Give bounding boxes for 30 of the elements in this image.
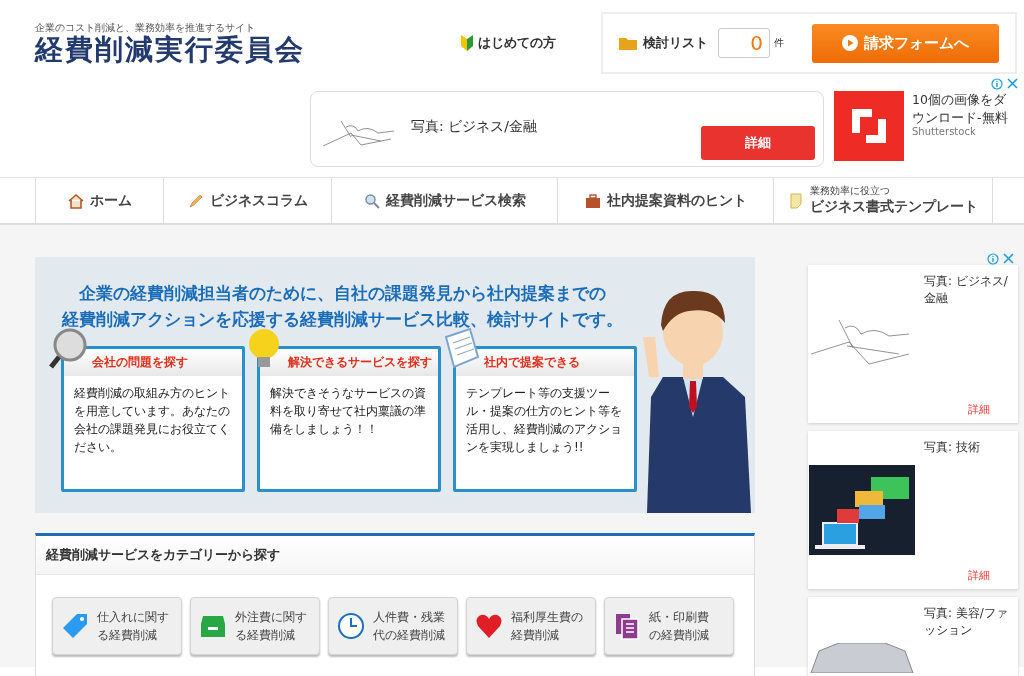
hero-headline: 企業の経費削減担当者のために、自社の課題発見から社内提案までの <box>77 283 607 305</box>
ad-caption: 写真: 技術 <box>924 439 981 456</box>
ad-caption: 写真: ビジネス/金融 <box>411 118 538 136</box>
nav-item[interactable]: 社内提案資料のヒント <box>557 178 773 223</box>
ad-detail-link[interactable]: 詳細 <box>968 402 990 417</box>
feature-text: 経費削減の取組み方のヒントを用意しています。あなたの会社の課題発見にお役立てください。 <box>74 384 231 456</box>
feature-text: 解決できそうなサービスの資料を取り寄せて社内稟議の準備をしましょう！！ <box>270 384 427 438</box>
nav-item[interactable]: ビジネスコラム <box>163 178 331 223</box>
category-button[interactable]: 仕入れに関す る経費削減 <box>52 597 182 655</box>
feature-text: テンプレート等の支援ツール・提案の仕方のヒント等を活用し、経費削減のアクションを実現しましょう!! <box>466 384 623 456</box>
ad-detail-link[interactable]: 詳細 <box>968 568 990 583</box>
site-logo[interactable]: 経費削減実行委員会 <box>35 34 455 66</box>
hero-headline: 経費削減アクションを応援する経費削減サービス比較、検討サイトです。 <box>60 308 624 331</box>
review-count-field: 0 <box>718 28 770 58</box>
ad-promo-text: 10個の画像をダウンロード-無料 <box>912 91 1008 126</box>
category-button[interactable]: 福利厚生費の 経費削減 <box>466 597 596 655</box>
ad-detail-button[interactable]: 詳細 <box>701 126 815 160</box>
category-button[interactable]: 人件費・残業 代の経費削減 <box>328 597 458 655</box>
category-button[interactable]: 外注費に関す る経費削減 <box>190 597 320 655</box>
nav-item[interactable]: 業務効率に役立つ ビジネス書式テンプレート <box>773 178 993 223</box>
site-tagline: 企業のコスト削減と、業務効率を推進するサイト <box>35 20 256 33</box>
nav-item[interactable]: 経費削減サービス検索 <box>331 178 557 223</box>
ad-caption: 写真: 美容/ファッション <box>924 605 1009 640</box>
nav-item[interactable]: ホーム <box>35 178 163 223</box>
review-list-label: 検討リスト <box>643 34 708 52</box>
ad-brand: Shutterstock <box>912 126 977 137</box>
beginner-link[interactable]: はじめての方 <box>461 34 596 52</box>
ad-caption: 写真: ビジネス/金融 <box>924 273 1009 308</box>
category-button[interactable]: 紙・印刷費 の経費削減 <box>604 597 734 655</box>
count-unit: 件 <box>774 36 784 50</box>
